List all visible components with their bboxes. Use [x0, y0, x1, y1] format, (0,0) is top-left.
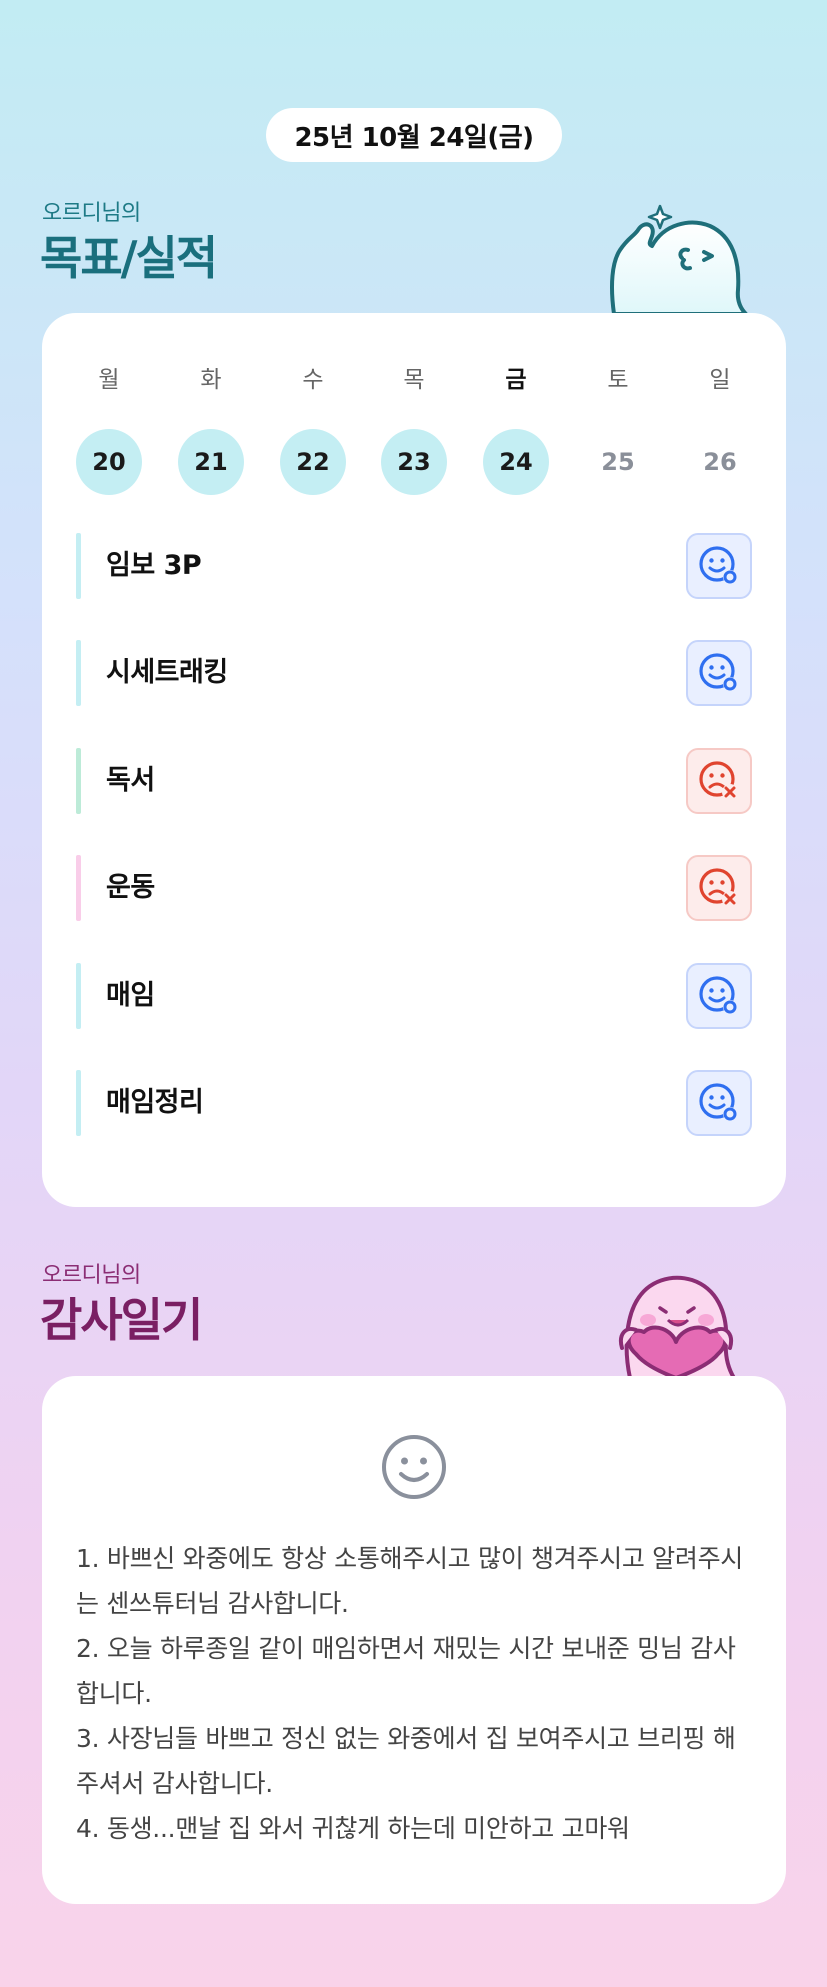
smile-check-icon [699, 546, 737, 584]
week-day-tue[interactable]: 화 21 [178, 363, 244, 495]
goal-status-button[interactable] [686, 640, 752, 706]
date-circle: 22 [280, 429, 346, 495]
smile-check-icon [699, 976, 737, 1014]
goals-card: 월 20 화 21 수 22 목 23 금 24 토 25 일 26 임보 3P… [42, 313, 786, 1207]
blue-mascot-icon [610, 204, 748, 314]
weekday-label: 목 [403, 367, 425, 393]
goal-label: 운동 [106, 872, 155, 903]
smile-check-icon [699, 653, 737, 691]
smile-icon[interactable] [379, 1432, 449, 1502]
weekday-label: 월 [98, 367, 120, 393]
goal-status-button[interactable] [686, 855, 752, 921]
date-text: 25년 10월 24일(금) [294, 122, 534, 153]
goal-row[interactable]: 매임정리 [76, 1070, 752, 1136]
thanks-entries: 1. 바쁘신 와중에도 항상 소통해주시고 많이 챙겨주시고 알려주시는 센쓰튜… [76, 1536, 756, 1851]
date-circle: 20 [76, 429, 142, 495]
thanks-entry: 1. 바쁘신 와중에도 항상 소통해주시고 많이 챙겨주시고 알려주시는 센쓰튜… [76, 1544, 743, 1618]
goal-label: 독서 [106, 765, 155, 796]
date-circle: 24 [483, 429, 549, 495]
goal-row[interactable]: 운동 [76, 855, 752, 921]
thanks-entry: 2. 오늘 하루종일 같이 매임하면서 재밌는 시간 보내준 밍님 감사합니다. [76, 1634, 736, 1708]
smile-check-icon [699, 1083, 737, 1121]
goal-row[interactable]: 독서 [76, 748, 752, 814]
goal-accent-bar [76, 855, 81, 921]
weekday-label: 일 [709, 367, 731, 393]
goal-accent-bar [76, 963, 81, 1029]
goal-accent-bar [76, 640, 81, 706]
goal-accent-bar [76, 533, 81, 599]
thanks-entry: 3. 사장님들 바쁘고 정신 없는 와중에서 집 보여주시고 브리핑 해주셔서 … [76, 1724, 736, 1798]
goal-status-button[interactable] [686, 533, 752, 599]
week-strip: 월 20 화 21 수 22 목 23 금 24 토 25 일 26 [42, 363, 786, 495]
goal-status-button[interactable] [686, 748, 752, 814]
goal-label: 시세트래킹 [106, 657, 228, 688]
date-circle: 25 [601, 448, 635, 476]
week-day-fri[interactable]: 금 24 [483, 363, 549, 495]
goal-accent-bar [76, 1070, 81, 1136]
week-day-mon[interactable]: 월 20 [76, 363, 142, 495]
goal-status-button[interactable] [686, 1070, 752, 1136]
goal-label: 매임정리 [106, 1087, 204, 1118]
weekday-label: 화 [200, 367, 222, 393]
goal-status-button[interactable] [686, 963, 752, 1029]
week-day-wed[interactable]: 수 22 [280, 363, 346, 495]
date-circle: 23 [381, 429, 447, 495]
week-day-sat[interactable]: 토 25 [585, 363, 651, 495]
frown-x-icon [699, 761, 738, 800]
weekday-label: 금 [505, 367, 527, 393]
goal-accent-bar [76, 748, 81, 814]
date-circle: 21 [178, 429, 244, 495]
date-pill[interactable]: 25년 10월 24일(금) [266, 108, 562, 162]
week-day-thu[interactable]: 목 23 [381, 363, 447, 495]
thanks-card: 1. 바쁘신 와중에도 항상 소통해주시고 많이 챙겨주시고 알려주시는 센쓰튜… [42, 1376, 786, 1904]
goal-label: 임보 3P [106, 550, 202, 581]
goal-row[interactable]: 매임 [76, 963, 752, 1029]
goal-row[interactable]: 시세트래킹 [76, 640, 752, 706]
date-circle: 26 [703, 448, 737, 476]
goal-row[interactable]: 임보 3P [76, 533, 752, 599]
pink-mascot-icon [619, 1275, 736, 1378]
frown-x-icon [699, 868, 738, 907]
thanks-title: 감사일기 [40, 1293, 203, 1347]
goal-label: 매임 [106, 980, 155, 1011]
goals-title: 목표/실적 [40, 231, 218, 285]
weekday-label: 수 [302, 367, 324, 393]
weekday-label: 토 [607, 367, 629, 393]
thanks-entry: 4. 동생...맨날 집 와서 귀찮게 하는데 미안하고 고마워 [76, 1814, 630, 1843]
week-day-sun[interactable]: 일 26 [687, 363, 753, 495]
